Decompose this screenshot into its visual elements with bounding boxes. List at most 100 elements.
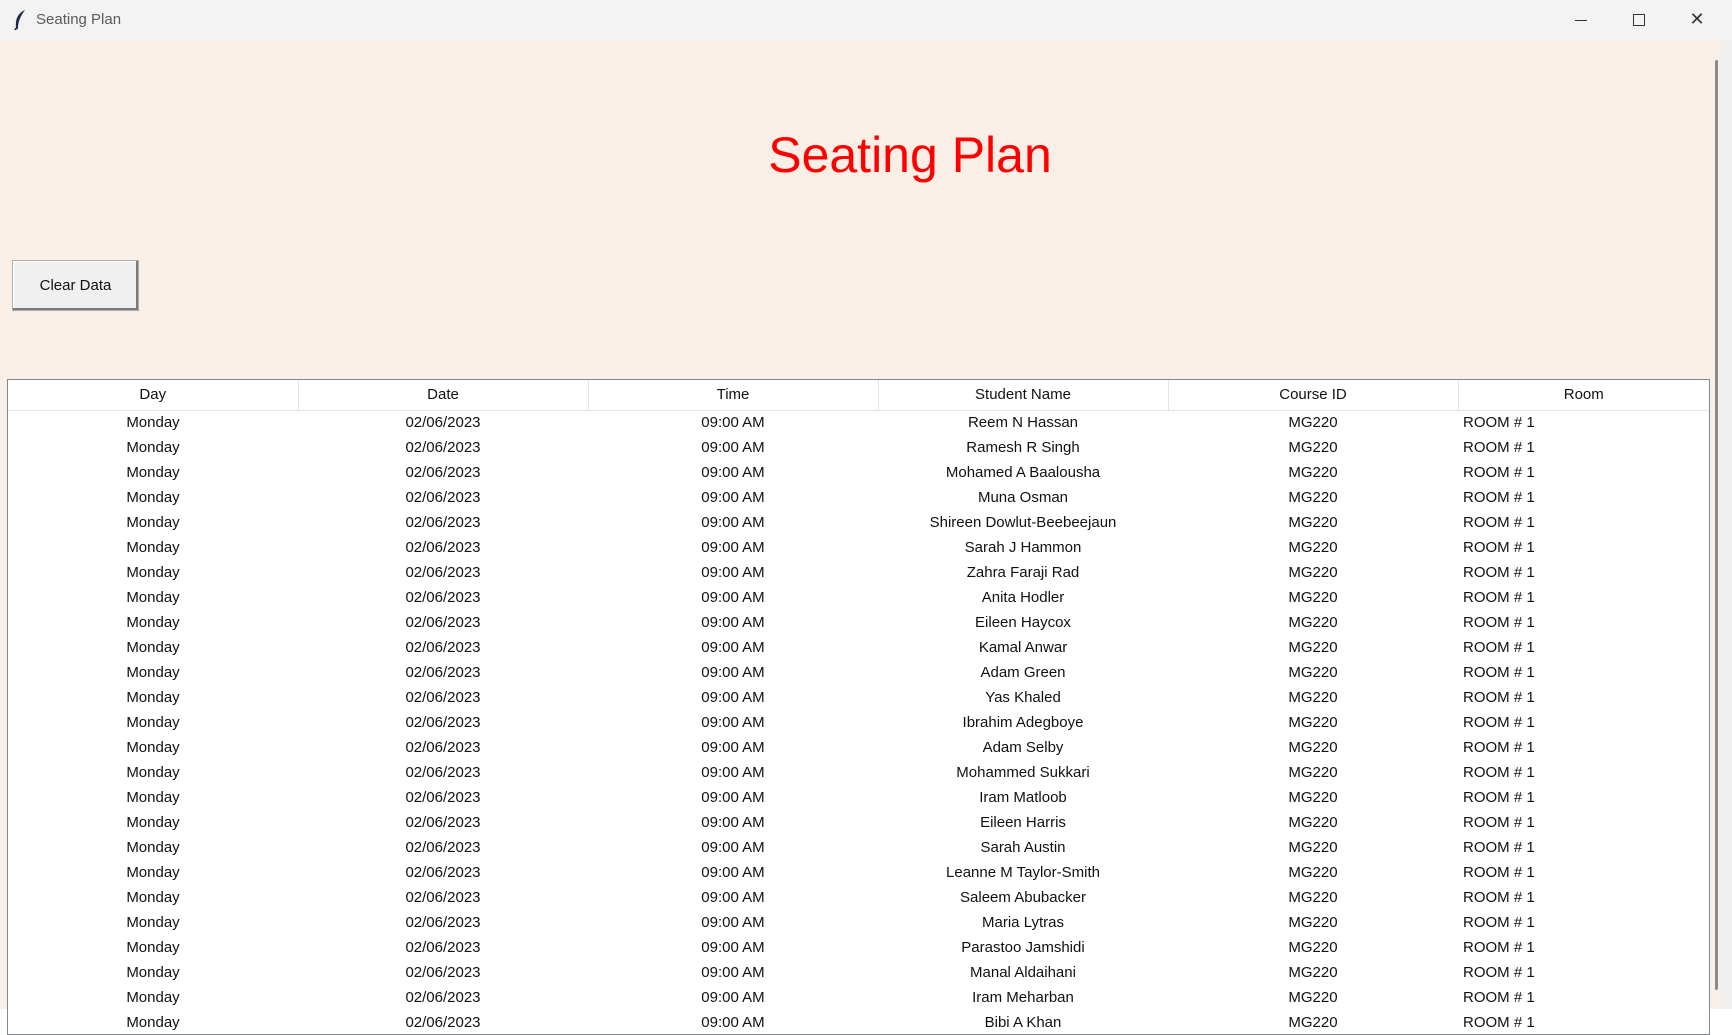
day-cell: Monday bbox=[126, 814, 180, 831]
course-id-cell: MG220 bbox=[1288, 989, 1338, 1006]
student-name-cell: Eileen Haycox bbox=[975, 614, 1071, 631]
table-row[interactable]: Monday 02/06/2023 09:00 AM Kamal Anwar MG220… bbox=[8, 635, 1709, 660]
table-row[interactable]: Monday 02/06/2023 09:00 AM Sarah J Hammon MG… bbox=[8, 535, 1709, 560]
column-header-date[interactable]: Date bbox=[298, 380, 589, 411]
course-id-cell: MG220 bbox=[1288, 964, 1338, 981]
minimize-icon bbox=[1575, 19, 1587, 21]
day-cell: Monday bbox=[126, 614, 180, 631]
close-button[interactable]: ✕ bbox=[1668, 0, 1726, 40]
table-row[interactable]: Monday 02/06/2023 09:00 AM Leanne M Taylor-… bbox=[8, 860, 1709, 885]
course-id-cell: MG220 bbox=[1288, 1014, 1338, 1031]
date-cell: 02/06/2023 bbox=[405, 614, 481, 631]
student-name-cell: Mohammed Sukkari bbox=[956, 764, 1090, 781]
scrollbar[interactable] bbox=[1715, 60, 1718, 990]
seating-table[interactable]: Day Date Time Student Name Course ID Roo… bbox=[7, 379, 1710, 1035]
date-cell: 02/06/2023 bbox=[405, 664, 481, 681]
date-cell: 02/06/2023 bbox=[405, 864, 481, 881]
time-cell: 09:00 AM bbox=[701, 964, 765, 981]
column-header-student-name[interactable]: Student Name bbox=[878, 380, 1169, 411]
day-cell: Monday bbox=[126, 1014, 180, 1031]
date-cell: 02/06/2023 bbox=[405, 964, 481, 981]
time-cell: 09:00 AM bbox=[701, 689, 765, 706]
day-cell: Monday bbox=[126, 739, 180, 756]
table-row[interactable]: Monday 02/06/2023 09:00 AM Adam Selby MG220 R… bbox=[8, 735, 1709, 760]
column-header-day[interactable]: Day bbox=[8, 380, 299, 411]
student-name-cell: Muna Osman bbox=[977, 489, 1069, 506]
table-row[interactable]: Monday 02/06/2023 09:00 AM Iram Meharban MG2… bbox=[8, 985, 1709, 1010]
course-id-cell: MG220 bbox=[1288, 564, 1338, 581]
minimize-button[interactable] bbox=[1552, 0, 1610, 40]
time-cell: 09:00 AM bbox=[701, 864, 765, 881]
course-id-cell: MG220 bbox=[1288, 439, 1338, 456]
table-row[interactable]: Monday 02/06/2023 09:00 AM Maria Lytras MG22… bbox=[8, 910, 1709, 935]
time-cell: 09:00 AM bbox=[701, 889, 765, 906]
table-row[interactable]: Monday 02/06/2023 09:00 AM Eileen Haycox MG2… bbox=[8, 610, 1709, 635]
student-name-cell: Bibi A Khan bbox=[984, 1014, 1062, 1031]
table-row[interactable]: Monday 02/06/2023 09:00 AM Ibrahim Adegboye… bbox=[8, 710, 1709, 735]
course-id-cell: MG220 bbox=[1288, 814, 1338, 831]
time-cell: 09:00 AM bbox=[701, 514, 765, 531]
student-name-cell: Iram Meharban bbox=[972, 989, 1074, 1006]
app-window: Seating Plan ✕ Seating Plan Clear Data D… bbox=[0, 0, 1732, 1035]
student-name-cell: Eileen Harris bbox=[980, 814, 1066, 831]
time-cell: 09:00 AM bbox=[701, 414, 765, 432]
student-name-cell: Sarah Austin bbox=[980, 839, 1066, 856]
table-row[interactable]: Monday 02/06/2023 09:00 AM Parastoo Jamshid… bbox=[8, 935, 1709, 960]
room-cell: ROOM # 1 bbox=[1463, 789, 1535, 806]
table-row[interactable]: Monday 02/06/2023 09:00 AM Muna Osman MG220 R… bbox=[8, 485, 1709, 510]
day-cell: Monday bbox=[126, 464, 180, 481]
day-cell: Monday bbox=[126, 764, 180, 781]
table-row[interactable]: Monday 02/06/2023 09:00 AM Zahra Faraji Rad… bbox=[8, 560, 1709, 585]
title-bar[interactable]: Seating Plan ✕ bbox=[0, 0, 1732, 40]
table-header-row: Day Date Time Student Name Course ID Roo… bbox=[8, 380, 1709, 411]
table-row[interactable]: Monday 02/06/2023 09:00 AM Anita Hodler MG22… bbox=[8, 585, 1709, 610]
day-cell: Monday bbox=[126, 639, 180, 656]
student-name-cell: Parastoo Jamshidi bbox=[961, 939, 1085, 956]
student-name-cell: Maria Lytras bbox=[982, 914, 1064, 931]
table-row[interactable]: Monday 02/06/2023 09:00 AM Bibi A Khan MG220… bbox=[8, 1010, 1709, 1034]
time-cell: 09:00 AM bbox=[701, 989, 765, 1006]
date-cell: 02/06/2023 bbox=[405, 714, 481, 731]
table-row[interactable]: Monday 02/06/2023 09:00 AM Shireen Dowlut-B… bbox=[8, 510, 1709, 535]
student-name-cell: Kamal Anwar bbox=[978, 639, 1068, 656]
time-cell: 09:00 AM bbox=[701, 564, 765, 581]
course-id-cell: MG220 bbox=[1288, 714, 1338, 731]
table-row[interactable]: Monday 02/06/2023 09:00 AM Sarah Austin MG22… bbox=[8, 835, 1709, 860]
room-cell: ROOM # 1 bbox=[1463, 914, 1535, 931]
student-name-cell: Manal Aldaihani bbox=[970, 964, 1076, 981]
student-name-cell: Adam Green bbox=[980, 664, 1066, 681]
table-row[interactable]: Monday 02/06/2023 09:00 AM Mohammed Sukkari… bbox=[8, 760, 1709, 785]
day-cell: Monday bbox=[126, 839, 180, 856]
clear-data-button[interactable]: Clear Data bbox=[12, 260, 139, 311]
time-cell: 09:00 AM bbox=[701, 839, 765, 856]
table-row[interactable]: Monday 02/06/2023 09:00 AM Mohamed A Baalou… bbox=[8, 460, 1709, 485]
course-id-cell: MG220 bbox=[1288, 539, 1338, 556]
room-cell: ROOM # 1 bbox=[1463, 939, 1535, 956]
table-row[interactable]: Monday 02/06/2023 09:00 AM Saleem Abubacker… bbox=[8, 885, 1709, 910]
room-cell: ROOM # 1 bbox=[1463, 814, 1535, 831]
column-header-time[interactable]: Time bbox=[588, 380, 879, 411]
time-cell: 09:00 AM bbox=[701, 639, 765, 656]
table-row[interactable]: Monday 02/06/2023 09:00 AM Iram Matloob MG22… bbox=[8, 785, 1709, 810]
day-cell: Monday bbox=[126, 689, 180, 706]
table-row[interactable]: Monday 02/06/2023 09:00 AM Yas Khaled MG220 R… bbox=[8, 685, 1709, 710]
column-header-course-id[interactable]: Course ID bbox=[1168, 380, 1459, 411]
day-cell: Monday bbox=[126, 489, 180, 506]
room-cell: ROOM # 1 bbox=[1463, 489, 1535, 506]
maximize-button[interactable] bbox=[1610, 0, 1668, 40]
date-cell: 02/06/2023 bbox=[405, 889, 481, 906]
course-id-cell: MG220 bbox=[1288, 864, 1338, 881]
column-header-room[interactable]: Room bbox=[1458, 380, 1709, 411]
table-row[interactable]: Monday 02/06/2023 09:00 AM Eileen Harris MG2… bbox=[8, 810, 1709, 835]
table-row[interactable]: Monday 02/06/2023 09:00 AM Ramesh R Singh MG… bbox=[8, 435, 1709, 460]
table-row[interactable]: Monday 02/06/2023 09:00 AM Reem N Hassan MG2… bbox=[8, 410, 1709, 435]
course-id-cell: MG220 bbox=[1288, 589, 1338, 606]
time-cell: 09:00 AM bbox=[701, 589, 765, 606]
window-title: Seating Plan bbox=[36, 11, 122, 28]
table-row[interactable]: Monday 02/06/2023 09:00 AM Manal Aldaihani M… bbox=[8, 960, 1709, 985]
room-cell: ROOM # 1 bbox=[1463, 639, 1535, 656]
table-row[interactable]: Monday 02/06/2023 09:00 AM Adam Green MG220 R… bbox=[8, 660, 1709, 685]
day-cell: Monday bbox=[126, 589, 180, 606]
room-cell: ROOM # 1 bbox=[1463, 464, 1535, 481]
room-cell: ROOM # 1 bbox=[1463, 689, 1535, 706]
